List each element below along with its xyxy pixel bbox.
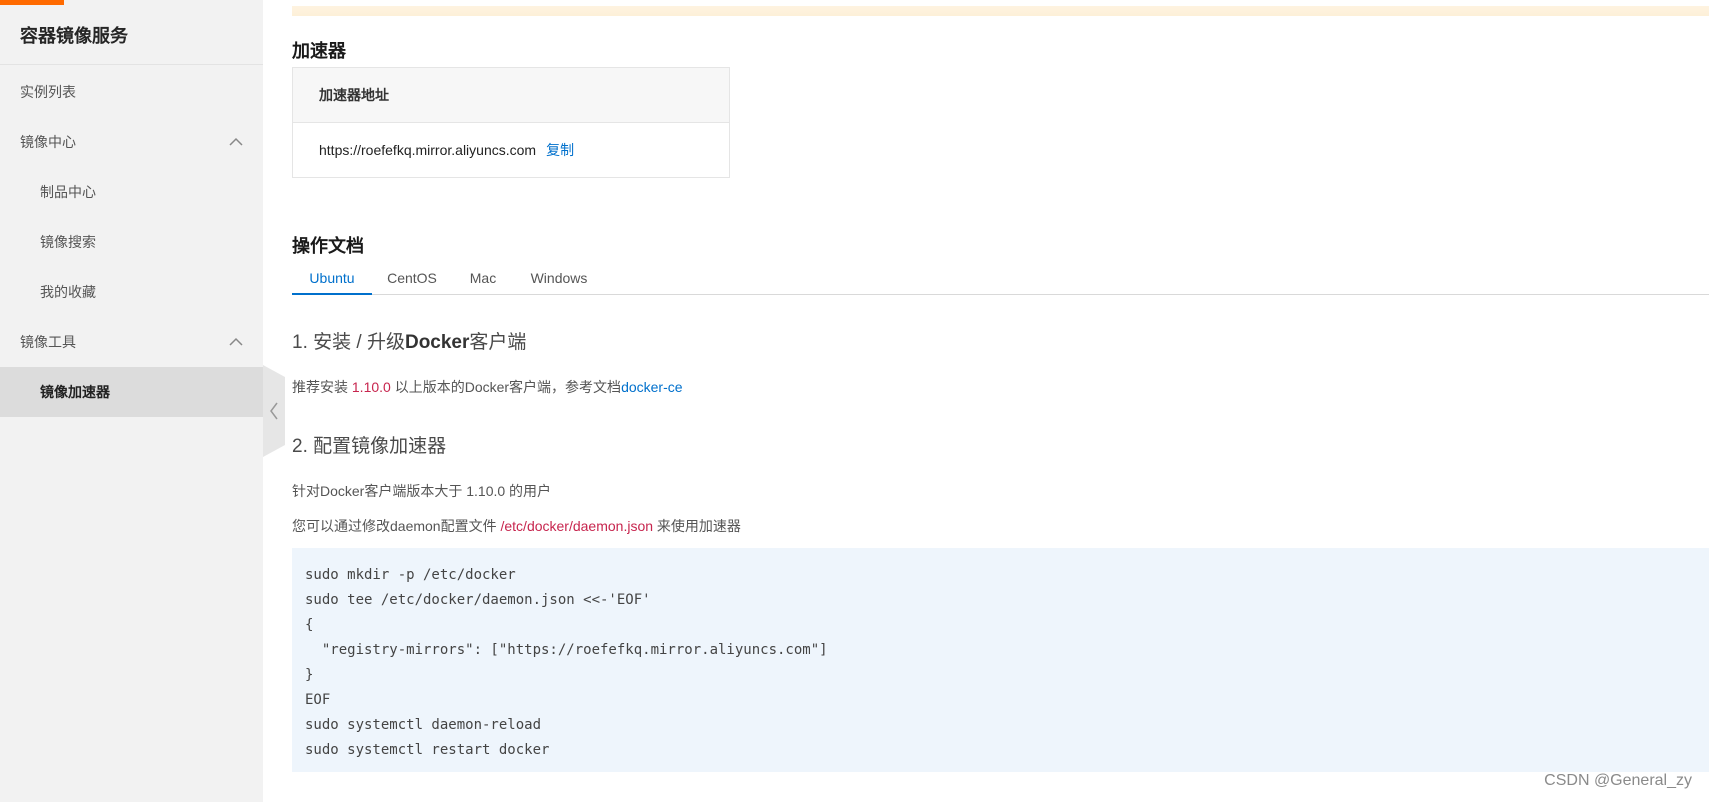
step1-heading-suffix: 客户端 — [469, 332, 527, 353]
sidebar-divider — [0, 64, 263, 65]
code-line: sudo systemctl restart docker — [305, 742, 550, 758]
step1-text-prefix: 推荐安装 — [292, 379, 352, 395]
code-block[interactable]: sudo mkdir -p /etc/docker sudo tee /etc/… — [292, 548, 1709, 772]
step1-heading-bold: Docker — [404, 332, 470, 353]
sidebar-item-label: 镜像加速器 — [40, 384, 110, 400]
sidebar-item-label: 镜像工具 — [20, 334, 76, 350]
code-line: sudo systemctl daemon-reload — [305, 717, 542, 733]
accelerator-address: https://roefefkq.mirror.aliyuncs.com — [319, 142, 537, 158]
step2-line2: 您可以通过修改daemon配置文件 /etc/docker/daemon.jso… — [292, 516, 741, 536]
code-line: } — [305, 667, 314, 683]
recommended-version: 1.10.0 — [351, 379, 391, 395]
step2-line1: 针对Docker客户端版本大于 1.10.0 的用户 — [292, 483, 552, 499]
sidebar-group-image-tools[interactable]: 镜像工具 — [0, 317, 263, 367]
page: 容器镜像服务 实例列表 镜像中心 制品中心 镜像搜索 我的收藏 镜像工具 镜像加… — [0, 0, 1709, 802]
code-line: sudo mkdir -p /etc/docker — [305, 567, 516, 583]
notice-strip — [292, 0, 1709, 16]
code-line: { — [305, 617, 314, 633]
code-line: EOF — [305, 692, 331, 708]
sidebar-item-label: 镜像搜索 — [40, 234, 96, 250]
step2-heading: 2. 配置镜像加速器 — [292, 436, 447, 457]
sidebar: 容器镜像服务 实例列表 镜像中心 制品中心 镜像搜索 我的收藏 镜像工具 镜像加… — [0, 0, 263, 802]
sidebar-item-label: 我的收藏 — [40, 284, 96, 300]
docker-ce-link[interactable]: docker-ce — [621, 379, 682, 395]
sidebar-item-instance-list[interactable]: 实例列表 — [0, 67, 263, 117]
tab-centos[interactable]: CentOS — [372, 266, 452, 295]
accelerator-address-panel: 加速器地址 https://roefefkq.mirror.aliyuncs.c… — [292, 67, 730, 178]
code-line: "registry-mirrors": ["https://roefefkq.m… — [305, 642, 828, 658]
os-tabs: Ubuntu CentOS Mac Windows — [292, 266, 1709, 295]
watermark: CSDN @General_zy — [1544, 772, 1692, 789]
step1-text: 推荐安装 1.10.0 以上版本的Docker客户端，参考文档docker-ce — [292, 377, 683, 397]
sidebar-item-artifact-center[interactable]: 制品中心 — [0, 167, 263, 217]
copy-link[interactable]: 复制 — [546, 140, 574, 160]
step2-line2-suffix: 来使用加速器 — [653, 518, 741, 534]
code-line: sudo tee /etc/docker/daemon.json <<-'EOF… — [305, 592, 651, 608]
sidebar-item-label: 实例列表 — [20, 84, 76, 100]
chevron-up-icon — [229, 337, 243, 346]
accelerator-address-row: https://roefefkq.mirror.aliyuncs.com 复制 — [293, 123, 729, 177]
sidebar-item-image-search[interactable]: 镜像搜索 — [0, 217, 263, 267]
sidebar-item-label: 镜像中心 — [20, 134, 76, 150]
config-path: /etc/docker/daemon.json — [500, 518, 654, 534]
tab-ubuntu[interactable]: Ubuntu — [292, 266, 372, 295]
sidebar-item-label: 制品中心 — [40, 184, 96, 200]
accelerator-address-header: 加速器地址 — [293, 68, 729, 123]
sidebar-item-my-favorites[interactable]: 我的收藏 — [0, 267, 263, 317]
step2-line2-prefix: 您可以通过修改daemon配置文件 — [292, 518, 501, 534]
sidebar-title: 容器镜像服务 — [20, 26, 128, 46]
chevron-up-icon — [229, 137, 243, 146]
docs-section-title: 操作文档 — [292, 236, 364, 256]
accelerator-section-title: 加速器 — [292, 41, 346, 61]
step1-heading-prefix: 1. 安装 / 升级 — [292, 332, 405, 353]
step1-heading: 1. 安装 / 升级Docker客户端 — [292, 327, 526, 354]
step1-text-mid: 以上版本的Docker客户端，参考文档 — [390, 379, 622, 395]
sidebar-collapse-toggle[interactable] — [263, 365, 285, 457]
tab-windows[interactable]: Windows — [514, 266, 604, 295]
sidebar-item-image-accelerator[interactable]: 镜像加速器 — [0, 367, 263, 417]
tab-mac[interactable]: Mac — [452, 266, 514, 295]
brand-accent-bar — [0, 0, 64, 5]
sidebar-group-image-center[interactable]: 镜像中心 — [0, 117, 263, 167]
